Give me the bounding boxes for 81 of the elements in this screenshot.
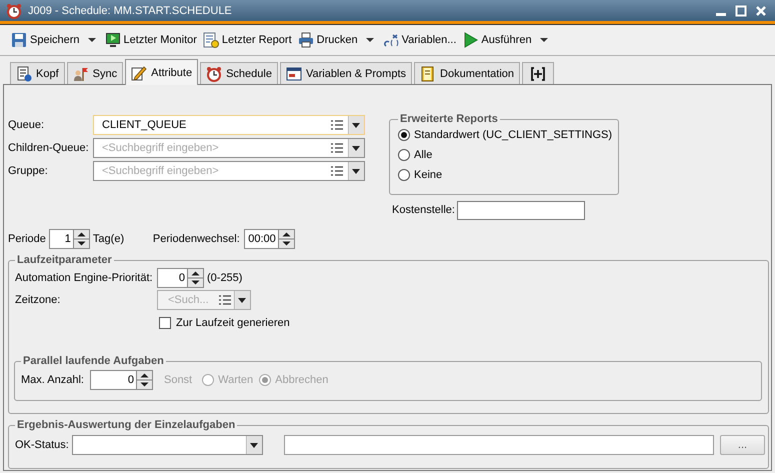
field-label: Queue: <box>8 119 46 131</box>
alarm-clock-icon <box>206 66 222 82</box>
spin-buttons[interactable] <box>72 229 90 249</box>
range-label: (0-255) <box>207 272 242 284</box>
radio-button[interactable] <box>398 169 410 181</box>
group-title: Laufzeitparameter <box>16 254 113 266</box>
toolbar-button[interactable]: Variablen... <box>380 32 460 48</box>
number-field[interactable]: 0 <box>90 370 136 390</box>
browse-button[interactable]: ... <box>720 435 765 455</box>
toolbar-button[interactable]: Letzter Report <box>200 32 295 48</box>
text-field[interactable] <box>284 435 714 455</box>
book-icon <box>420 66 436 82</box>
field-label: Automation Engine-Priorität: <box>15 272 154 284</box>
play-icon <box>462 32 478 48</box>
checkbox-label: Zur Laufzeit generieren <box>176 317 290 329</box>
text-input[interactable]: <Suchbegriff eingeben> <box>94 142 326 154</box>
dropdown-button[interactable] <box>348 139 364 157</box>
field-label: Zeitzone: <box>15 294 62 306</box>
field-label: Periode <box>8 233 46 245</box>
unit-label: Tag(e) <box>92 233 126 245</box>
alarm-clock-icon <box>6 2 22 18</box>
field-label: Max. Anzahl: <box>21 374 84 386</box>
checkbox[interactable] <box>159 317 171 329</box>
tab[interactable]: Sync <box>66 62 124 84</box>
add-icon <box>530 66 546 82</box>
group-title: Ergebnis-Auswertung der Einzelaufgaben <box>16 419 236 431</box>
tab[interactable]: Variablen & Prompts <box>280 62 412 84</box>
combo-box[interactable]: <Suchbegriff eingeben> <box>93 138 365 158</box>
radio-label: Keine <box>414 169 442 181</box>
number-field[interactable]: 00:00 <box>244 229 278 249</box>
field-label: Gruppe: <box>8 165 49 177</box>
field-label: OK-Status: <box>15 439 70 451</box>
field-label: Children-Queue: <box>8 142 90 154</box>
number-field[interactable]: 0 <box>157 268 187 288</box>
tab[interactable]: Schedule <box>200 62 278 84</box>
toolbar-button[interactable]: Speichern <box>8 32 83 48</box>
spin-buttons[interactable] <box>278 229 295 249</box>
radio-label: Abbrechen <box>275 374 328 386</box>
tab[interactable]: Kopf <box>10 62 65 84</box>
combo-box[interactable]: CLIENT_QUEUE <box>93 115 365 135</box>
group-title: Parallel laufende Aufgaben <box>22 355 165 367</box>
radio-button[interactable] <box>398 129 410 141</box>
flag-icon <box>72 66 89 82</box>
close-icon[interactable] <box>755 4 767 16</box>
list-icon[interactable] <box>330 142 344 154</box>
number-field[interactable]: 1 <box>48 229 73 249</box>
dropdown-button[interactable] <box>246 436 262 454</box>
tab[interactable]: Dokumentation <box>414 62 520 84</box>
field-label: Kostenstelle: <box>392 204 456 216</box>
document-info-icon <box>16 66 32 82</box>
variables-icon <box>382 32 399 48</box>
window-icon <box>286 66 302 82</box>
toolbar-button[interactable]: Drucken <box>294 32 361 48</box>
list-icon[interactable] <box>330 165 344 177</box>
text-input[interactable]: CLIENT_QUEUE <box>94 119 326 131</box>
dropdown-button[interactable] <box>348 116 364 134</box>
printer-icon <box>298 32 314 48</box>
report-icon <box>202 32 219 48</box>
text-field[interactable] <box>457 200 585 220</box>
field-label: Periodenwechsel: <box>152 233 240 245</box>
group-title: Erweiterte Reports <box>399 113 499 125</box>
radio-label: Alle <box>414 149 432 161</box>
maximize-icon[interactable] <box>735 4 747 16</box>
spin-buttons[interactable] <box>136 370 153 390</box>
text-input[interactable]: <Suchbegriff eingeben> <box>94 165 326 177</box>
radio-label: Warten <box>218 374 254 386</box>
spin-buttons[interactable] <box>187 268 204 288</box>
radio-button[interactable] <box>398 149 410 161</box>
field-label: Sonst <box>164 374 192 386</box>
tab[interactable]: Attribute <box>125 59 198 85</box>
save-icon <box>11 32 27 48</box>
window-title: J009 - Schedule: MM.START.SCHEDULE <box>28 4 233 16</box>
toolbar-button[interactable]: Ausführen <box>459 32 535 48</box>
combo-box[interactable]: <Suchbegriff eingeben> <box>93 161 365 181</box>
pencil-document-icon <box>131 64 148 80</box>
add-tab-button[interactable] <box>522 62 554 84</box>
monitor-icon <box>104 32 121 48</box>
toolbar-button[interactable]: Letzter Monitor <box>102 32 200 48</box>
radio-label: Standardwert (UC_CLIENT_SETTINGS) <box>414 129 612 141</box>
dropdown-button[interactable] <box>348 162 364 180</box>
list-icon[interactable] <box>330 119 344 131</box>
